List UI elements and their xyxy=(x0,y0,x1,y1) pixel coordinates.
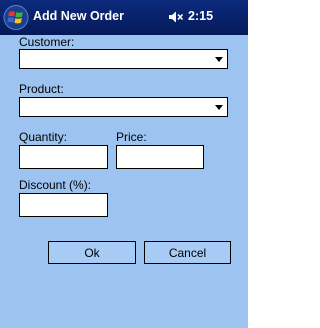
quantity-input[interactable] xyxy=(19,145,108,169)
product-label: Product: xyxy=(19,82,64,96)
window-title: Add New Order xyxy=(33,9,124,23)
speaker-icon[interactable] xyxy=(168,10,184,24)
device-screen: Add New Order 2:15 Customer: Product: Qu… xyxy=(0,0,248,328)
customer-combobox[interactable] xyxy=(19,49,228,69)
price-input[interactable] xyxy=(116,145,204,169)
windows-flag-icon xyxy=(3,5,29,30)
chevron-down-icon xyxy=(215,57,223,62)
ok-button[interactable]: Ok xyxy=(48,241,136,264)
start-button[interactable] xyxy=(3,4,29,31)
discount-input[interactable] xyxy=(19,193,108,217)
discount-label: Discount (%): xyxy=(19,178,92,192)
chevron-down-icon xyxy=(215,105,223,110)
price-label: Price: xyxy=(116,130,147,144)
cancel-button[interactable]: Cancel xyxy=(144,241,231,264)
quantity-label: Quantity: xyxy=(19,130,68,144)
product-combobox[interactable] xyxy=(19,97,228,117)
clock[interactable]: 2:15 xyxy=(188,9,213,23)
customer-label: Customer: xyxy=(19,35,75,49)
title-bar: Add New Order 2:15 xyxy=(0,0,248,35)
